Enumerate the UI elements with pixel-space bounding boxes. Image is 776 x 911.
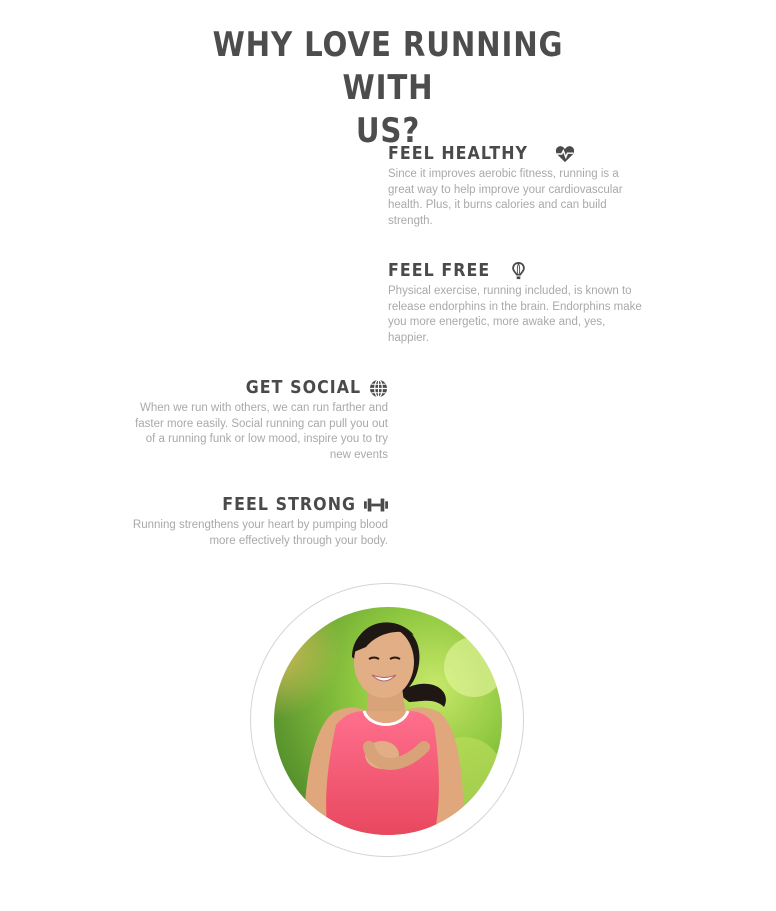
globe-icon [369, 378, 388, 398]
heading-line-1: WHY LOVE RUNNING WITH [212, 25, 564, 108]
feature-title-row: FEEL HEALTHY [388, 143, 646, 165]
feature-description: Physical exercise, running included, is … [388, 285, 642, 344]
feature-title-row: GET SOCIAL [130, 377, 388, 399]
feature-description: When we run with others, we can run fart… [135, 402, 388, 461]
feature-title-row: FEEL STRONG [130, 494, 388, 516]
feature-title-row: FEEL FREE [388, 260, 646, 282]
section-heading: WHY LOVE RUNNING WITH US? [183, 24, 592, 153]
feature-title: FEEL FREE [388, 260, 491, 281]
feature-title: FEEL HEALTHY [388, 143, 529, 164]
feature-feel-healthy: FEEL HEALTHY Since it improves aerobic f… [388, 143, 646, 229]
feature-feel-free: FEEL FREE Physical exercise, running inc… [388, 260, 646, 346]
runner-photo [274, 607, 502, 835]
feature-feel-strong: FEEL STRONG Running strengthens your hea… [130, 494, 388, 549]
feature-get-social: GET SOCIAL When we run with others, we c… [130, 377, 388, 463]
heartbeat-icon [555, 145, 575, 163]
feature-title: FEEL STRONG [222, 494, 356, 515]
hot-air-balloon-icon [512, 262, 525, 280]
feature-description: Running strengthens your heart by pumpin… [132, 519, 388, 547]
feature-title: GET SOCIAL [245, 377, 361, 398]
dumbbell-icon [364, 497, 388, 513]
feature-description: Since it improves aerobic fitness, runni… [388, 168, 623, 227]
